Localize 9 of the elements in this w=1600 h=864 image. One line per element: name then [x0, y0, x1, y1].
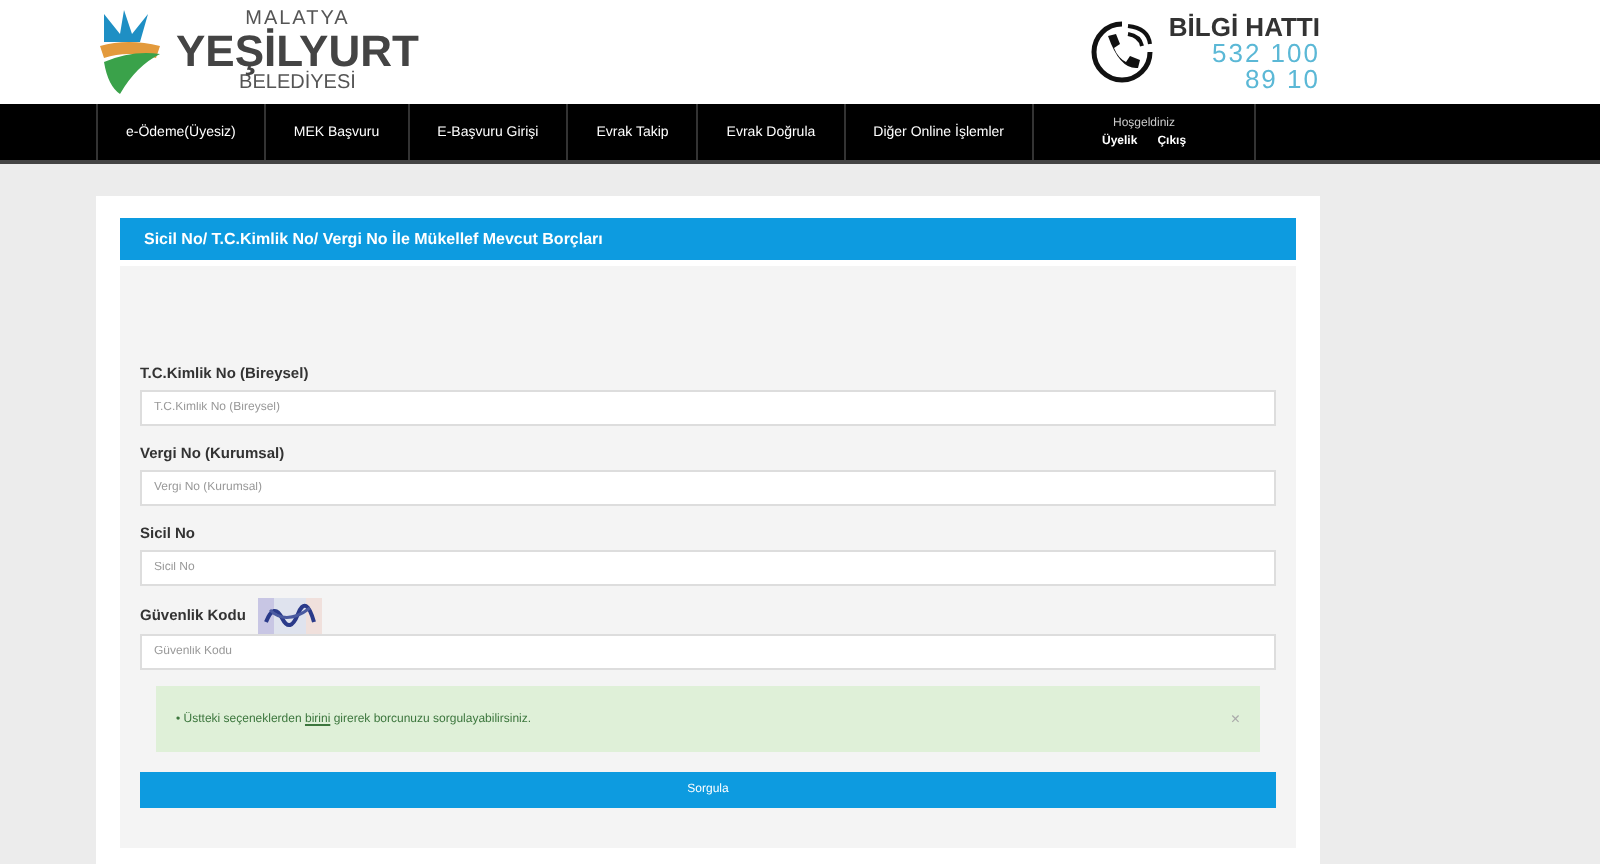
- phone-icon: [1088, 18, 1157, 86]
- logo-text: BELEDİYESİ: [239, 74, 356, 94]
- logo-title: YEŞİLYURT: [176, 30, 419, 74]
- logo-text: MALATYA: [245, 10, 350, 30]
- hotline-number: 532 100: [1212, 39, 1320, 65]
- leaf-logo-icon: [96, 6, 164, 98]
- hotline-number: 89 10: [1244, 65, 1320, 91]
- form-title: Sicil No/ T.C.Kimlik No/ Vergi No İle Mükellef Mevcut Borçları: [120, 218, 1296, 260]
- hotline-title: BİLGİ HATTI: [1168, 13, 1320, 39]
